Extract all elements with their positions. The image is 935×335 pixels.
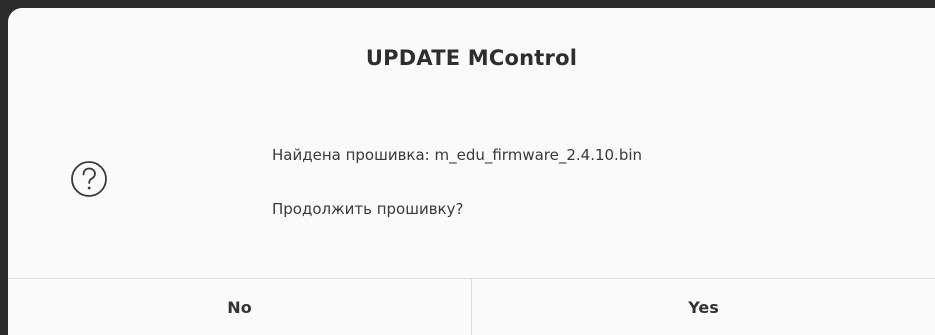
- no-button[interactable]: No: [8, 279, 472, 335]
- continue-question: Продолжить прошивку?: [272, 200, 464, 218]
- dialog-button-bar: No Yes: [8, 278, 935, 335]
- update-dialog: UPDATE MControl Найдена прошивка: m_edu_…: [8, 8, 935, 335]
- yes-button[interactable]: Yes: [472, 279, 935, 335]
- question-icon: [71, 161, 107, 197]
- firmware-found-message: Найдена прошивка: m_edu_firmware_2.4.10.…: [272, 146, 643, 164]
- dialog-title: UPDATE MControl: [365, 46, 578, 70]
